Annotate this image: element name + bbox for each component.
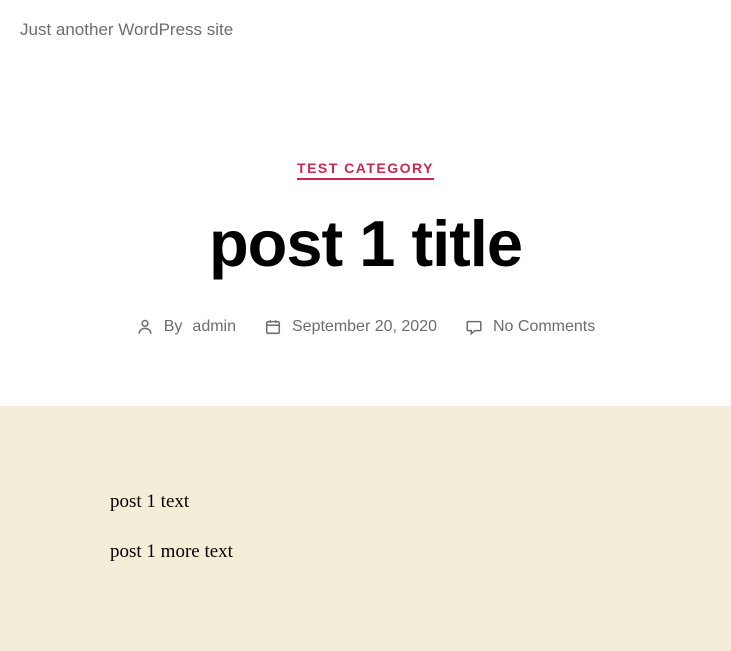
content-paragraph: post 1 text [110,491,711,513]
site-tagline: Just another WordPress site [0,0,731,40]
comments-link[interactable]: No Comments [493,318,595,336]
category-link[interactable]: TEST CATEGORY [297,160,434,180]
comment-icon [465,318,483,336]
content-paragraph: post 1 more text [110,541,711,563]
post-title: post 1 title [20,210,711,278]
by-label: By [164,318,183,336]
post-header: TEST CATEGORY post 1 title By admin [0,40,731,406]
user-icon [136,318,154,336]
date-link[interactable]: September 20, 2020 [292,318,437,336]
post-content: post 1 text post 1 more text [0,406,731,651]
post-meta: By admin September 20, 2020 No Comments [20,318,711,336]
calendar-icon [264,318,282,336]
meta-author: By admin [136,318,236,336]
author-link[interactable]: admin [192,318,236,336]
meta-comments: No Comments [465,318,595,336]
meta-date: September 20, 2020 [264,318,437,336]
